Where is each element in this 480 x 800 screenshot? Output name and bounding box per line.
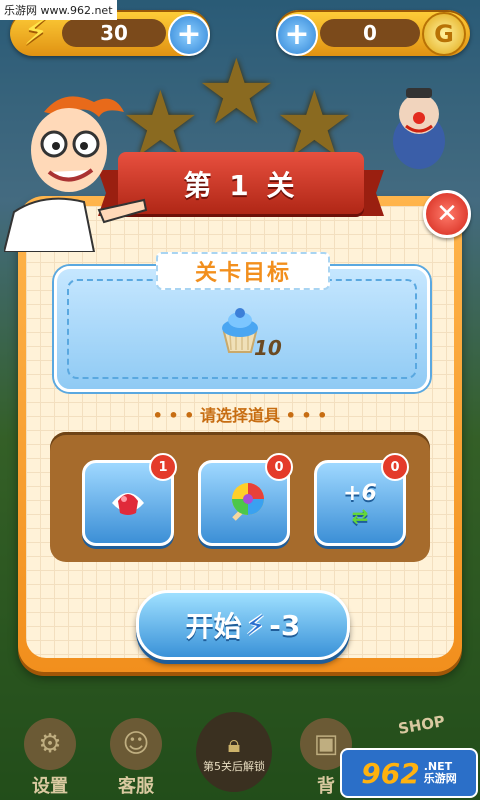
site-logo-text: .NET 乐游网: [423, 759, 457, 785]
nav-bag-label: 背: [317, 776, 335, 797]
nav-customer-service[interactable]: ☺ 客服: [100, 718, 172, 798]
coins-hud: + 0 G: [276, 10, 470, 56]
select-tools-label: • • • 请选择道具 • • •: [0, 402, 480, 426]
lock-icon: 🔒︎: [227, 730, 241, 758]
dots-left: • • •: [152, 406, 195, 425]
site-logo-domain: .NET: [423, 759, 453, 773]
lightning-bolt-icon: ⚡: [245, 608, 266, 642]
clown-character-icon: [393, 88, 445, 169]
add-coins-button[interactable]: +: [276, 14, 318, 56]
site-logo-number: 962: [361, 756, 420, 790]
boy-character-icon: [4, 96, 148, 252]
lollipop-icon: [232, 483, 264, 521]
level-goal-label: 关卡目标: [156, 252, 330, 290]
energy-value: 30: [62, 19, 166, 47]
start-button[interactable]: 开始 ⚡ -3: [136, 590, 350, 660]
tool-lollipop-button[interactable]: 0: [198, 453, 293, 546]
close-button[interactable]: ✕: [423, 190, 471, 238]
select-tools-text: 请选择道具: [199, 406, 280, 425]
star-icon: ★: [196, 40, 277, 145]
start-energy-cost: -3: [269, 608, 301, 642]
plus-six-moves-icon: +6 ⇄: [343, 481, 377, 526]
swap-arrows-icon: ⇄: [351, 503, 369, 528]
tool-count-badge: 0: [265, 453, 293, 481]
gold-coin-icon: G: [422, 12, 466, 56]
site-watermark: 乐游网 www.962.net: [0, 0, 117, 20]
nav-settings[interactable]: ⚙ 设置: [14, 718, 86, 798]
coins-value: 0: [320, 19, 420, 47]
site-logo: 962 .NET 乐游网: [340, 748, 478, 798]
add-energy-button[interactable]: +: [168, 14, 210, 56]
close-icon: ✕: [436, 199, 458, 229]
tool-count-badge: 0: [381, 453, 409, 481]
level-title: 第 1 关: [183, 169, 299, 202]
tool-jelly-button[interactable]: 1: [82, 453, 177, 546]
nav-locked-feature[interactable]: 🔒︎ 第5关后解锁: [196, 712, 272, 792]
headset-character-icon: ☺: [110, 718, 162, 770]
jelly-icon: [112, 493, 144, 515]
plus-six-text: +6: [343, 480, 377, 506]
nav-settings-label: 设置: [32, 776, 68, 797]
goal-count: 10: [254, 336, 282, 360]
tool-plus-six-moves-button[interactable]: +6 ⇄ 0: [314, 453, 409, 546]
gear-icon: ⚙: [24, 718, 76, 770]
start-label: 开始: [185, 610, 242, 643]
locked-text: 第5关后解锁: [203, 760, 265, 773]
site-logo-name: 乐游网: [423, 772, 457, 785]
nav-service-label: 客服: [118, 776, 154, 797]
tool-count-badge: 1: [149, 453, 177, 481]
dots-right: • • •: [285, 406, 328, 425]
